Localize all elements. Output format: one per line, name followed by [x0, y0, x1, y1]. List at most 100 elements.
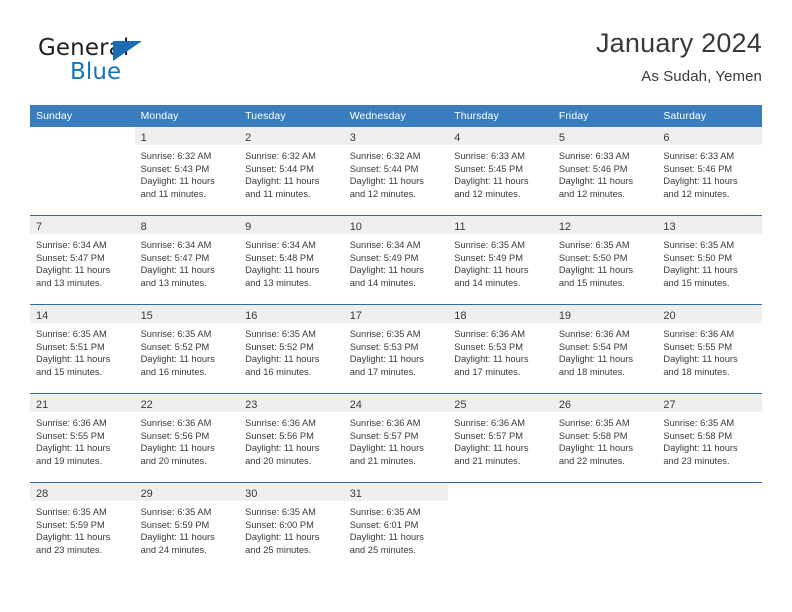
calendar-day-cell[interactable]: 29 Sunrise: 6:35 AM Sunset: 5:59 PM Dayligh…	[134, 483, 240, 571]
calendar-day-cell[interactable]: 26 Sunrise: 6:35 AM Sunset: 5:58 PM Dayligh…	[552, 394, 658, 482]
calendar-day-cell[interactable]: 2 Sunrise: 6:32 AM Sunset: 5:44 PM Daylight…	[239, 127, 344, 215]
title-block: January 2024 As Sudah, Yemen	[596, 27, 762, 87]
calendar-day-cell[interactable]: 17 Sunrise: 6:35 AM Sunset: 5:53 PM Dayligh…	[343, 305, 449, 393]
daylight-text-line2: and 13 minutes.	[245, 277, 312, 288]
calendar-day-cell[interactable]: 13 Sunrise: 6:35 AM Sunset: 5:50 PM Dayligh…	[657, 216, 762, 304]
calendar-day-cell[interactable]: 16 Sunrise: 6:35 AM Sunset: 5:52 PM Dayligh…	[239, 305, 344, 393]
daylight-text-line2: and 20 minutes.	[140, 455, 207, 466]
calendar-day-cell[interactable]: 6 Sunrise: 6:33 AM Sunset: 5:46 PM Daylight…	[657, 127, 762, 215]
day-details: Sunrise: 6:36 AM Sunset: 5:55 PM Daylight:…	[30, 412, 135, 467]
calendar-day-cell[interactable]: 10 Sunrise: 6:34 AM Sunset: 5:49 PM Dayligh…	[343, 216, 449, 304]
day-number-band: 15	[134, 305, 240, 323]
daylight-text-line1: Daylight: 11 hours	[663, 265, 738, 276]
calendar-day-cell[interactable]: 7 Sunrise: 6:34 AM Sunset: 5:47 PM Daylight…	[30, 216, 135, 304]
day-number: 16	[245, 310, 258, 322]
day-details: Sunrise: 6:35 AM Sunset: 5:51 PM Daylight:…	[30, 323, 135, 378]
day-number-band: 7	[30, 216, 135, 234]
weekday-header-tuesday: Tuesday	[239, 105, 344, 127]
day-number-band: 20	[657, 305, 762, 323]
sunrise-text: Sunrise: 6:33 AM	[454, 151, 526, 161]
calendar-day-cell[interactable]: 24 Sunrise: 6:36 AM Sunset: 5:57 PM Dayligh…	[343, 394, 449, 482]
daylight-text-line1: Daylight: 11 hours	[140, 265, 215, 276]
calendar-day-cell[interactable]: 1 Sunrise: 6:32 AM Sunset: 5:43 PM Daylight…	[134, 127, 240, 215]
calendar-day-cell[interactable]: 11 Sunrise: 6:35 AM Sunset: 5:49 PM Dayligh…	[448, 216, 553, 304]
calendar-day-cell[interactable]: 14 Sunrise: 6:35 AM Sunset: 5:51 PM Dayligh…	[30, 305, 135, 393]
daylight-text-line2: and 24 minutes.	[140, 544, 207, 555]
calendar-day-cell[interactable]: 28 Sunrise: 6:35 AM Sunset: 5:59 PM Dayligh…	[30, 483, 135, 571]
day-number: 6	[663, 132, 670, 144]
sunrise-text: Sunrise: 6:36 AM	[349, 418, 421, 428]
day-number-band: 27	[657, 394, 762, 412]
day-number: 15	[140, 310, 153, 322]
sunrise-text: Sunrise: 6:36 AM	[558, 329, 630, 339]
calendar-day-cell[interactable]: 18 Sunrise: 6:36 AM Sunset: 5:53 PM Dayligh…	[448, 305, 553, 393]
calendar-day-cell[interactable]: 3 Sunrise: 6:32 AM Sunset: 5:44 PM Daylight…	[343, 127, 449, 215]
calendar-day-cell[interactable]: 30 Sunrise: 6:35 AM Sunset: 6:00 PM Dayligh…	[239, 483, 344, 571]
sunrise-text: Sunrise: 6:36 AM	[36, 418, 107, 428]
sunset-text: Sunset: 5:53 PM	[454, 341, 523, 352]
daylight-text-line2: and 20 minutes.	[245, 455, 312, 466]
calendar-day-cell-empty	[552, 483, 658, 571]
day-details: Sunrise: 6:32 AM Sunset: 5:44 PM Daylight:…	[239, 145, 344, 200]
calendar-body: 1 Sunrise: 6:32 AM Sunset: 5:43 PM Daylight…	[30, 127, 762, 571]
calendar-day-cell[interactable]: 9 Sunrise: 6:34 AM Sunset: 5:48 PM Daylight…	[239, 216, 344, 304]
sunrise-text: Sunrise: 6:35 AM	[140, 507, 212, 517]
daylight-text-line2: and 12 minutes.	[663, 188, 730, 199]
day-number-band: 25	[448, 394, 553, 412]
day-number: 5	[558, 132, 565, 144]
calendar-day-cell[interactable]: 15 Sunrise: 6:35 AM Sunset: 5:52 PM Dayligh…	[134, 305, 240, 393]
calendar-day-cell[interactable]: 31 Sunrise: 6:35 AM Sunset: 6:01 PM Dayligh…	[343, 483, 449, 571]
daylight-text-line2: and 15 minutes.	[558, 277, 625, 288]
day-details: Sunrise: 6:36 AM Sunset: 5:56 PM Daylight:…	[135, 412, 240, 467]
day-number-band	[30, 127, 135, 145]
daylight-text-line2: and 22 minutes.	[558, 455, 625, 466]
calendar-day-cell[interactable]: 19 Sunrise: 6:36 AM Sunset: 5:54 PM Dayligh…	[552, 305, 658, 393]
daylight-text-line1: Daylight: 11 hours	[349, 176, 424, 187]
daylight-text-line2: and 14 minutes.	[454, 277, 521, 288]
day-number: 13	[663, 221, 676, 233]
calendar-day-cell[interactable]: 25 Sunrise: 6:36 AM Sunset: 5:57 PM Dayligh…	[448, 394, 553, 482]
day-number-band: 12	[552, 216, 658, 234]
calendar-day-cell[interactable]: 8 Sunrise: 6:34 AM Sunset: 5:47 PM Daylight…	[134, 216, 240, 304]
daylight-text-line2: and 23 minutes.	[663, 455, 730, 466]
calendar-day-cell[interactable]: 23 Sunrise: 6:36 AM Sunset: 5:56 PM Dayligh…	[239, 394, 344, 482]
day-number: 9	[245, 221, 252, 233]
sunset-text: Sunset: 5:50 PM	[558, 252, 628, 263]
calendar-day-cell[interactable]: 21 Sunrise: 6:36 AM Sunset: 5:55 PM Dayligh…	[30, 394, 135, 482]
sunset-text: Sunset: 5:54 PM	[558, 341, 628, 352]
sunset-text: Sunset: 5:56 PM	[140, 430, 210, 441]
calendar-day-cell[interactable]: 5 Sunrise: 6:33 AM Sunset: 5:46 PM Daylight…	[552, 127, 658, 215]
sunrise-text: Sunrise: 6:35 AM	[663, 240, 735, 250]
day-number-band	[448, 483, 553, 501]
calendar-day-cell[interactable]: 20 Sunrise: 6:36 AM Sunset: 5:55 PM Dayligh…	[657, 305, 762, 393]
day-number: 18	[454, 310, 467, 322]
general-blue-logo[interactable]: General Blue	[38, 35, 208, 91]
daylight-text-line1: Daylight: 11 hours	[454, 443, 529, 454]
sunset-text: Sunset: 5:46 PM	[558, 163, 628, 174]
sunset-text: Sunset: 6:01 PM	[349, 519, 419, 530]
daylight-text-line1: Daylight: 11 hours	[140, 532, 215, 543]
sunrise-text: Sunrise: 6:34 AM	[140, 240, 212, 250]
calendar-day-cell[interactable]: 4 Sunrise: 6:33 AM Sunset: 5:45 PM Daylight…	[448, 127, 553, 215]
day-details: Sunrise: 6:36 AM Sunset: 5:54 PM Daylight:…	[553, 323, 658, 378]
daylight-text-line2: and 25 minutes.	[245, 544, 312, 555]
calendar-grid: Sunday Monday Tuesday Wednesday Thursday Frid…	[30, 105, 762, 571]
sunrise-text: Sunrise: 6:35 AM	[36, 329, 107, 339]
day-number-band: 9	[239, 216, 344, 234]
daylight-text-line2: and 18 minutes.	[558, 366, 625, 377]
calendar-day-cell[interactable]: 27 Sunrise: 6:35 AM Sunset: 5:58 PM Dayligh…	[657, 394, 762, 482]
day-details: Sunrise: 6:36 AM Sunset: 5:53 PM Daylight:…	[448, 323, 553, 378]
sunset-text: Sunset: 5:57 PM	[454, 430, 523, 441]
calendar-day-cell[interactable]: 12 Sunrise: 6:35 AM Sunset: 5:50 PM Dayligh…	[552, 216, 658, 304]
day-number-band: 14	[30, 305, 135, 323]
sunset-text: Sunset: 5:50 PM	[663, 252, 733, 263]
daylight-text-line1: Daylight: 11 hours	[140, 176, 215, 187]
sunset-text: Sunset: 5:51 PM	[36, 341, 105, 352]
sunrise-text: Sunrise: 6:35 AM	[349, 329, 421, 339]
calendar-day-cell[interactable]: 22 Sunrise: 6:36 AM Sunset: 5:56 PM Dayligh…	[134, 394, 240, 482]
sunset-text: Sunset: 5:45 PM	[454, 163, 523, 174]
daylight-text-line1: Daylight: 11 hours	[663, 176, 738, 187]
page-banner: General Blue January 2024 As Sudah, Yeme…	[30, 27, 762, 97]
daylight-text-line1: Daylight: 11 hours	[349, 354, 424, 365]
day-number-band: 22	[134, 394, 240, 412]
